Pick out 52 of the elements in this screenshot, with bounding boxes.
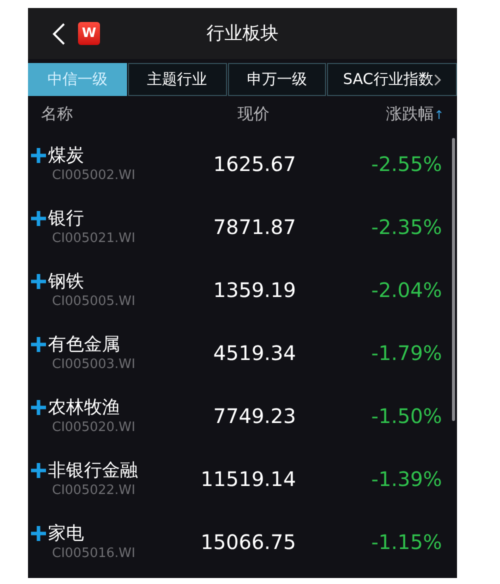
industry-code: CI005016.WI — [52, 546, 136, 562]
industry-code: CI005021.WI — [52, 230, 136, 246]
price-cell-text: 1625.67 — [212, 150, 296, 178]
price-cell-text: 4519.34 — [212, 340, 296, 366]
plus-icon — [30, 525, 47, 542]
industry-row[interactable]: 煤炭 CI005002.WI 1625.67 -2.55% — [28, 132, 457, 195]
price-cell-text: 7749.23 — [212, 402, 296, 430]
industry-row[interactable]: 银行 CI005021.WI 7871.87 -2.35% — [28, 195, 457, 258]
industry-code: CI005002.WI — [52, 168, 136, 184]
industry-name: 有色金属 — [48, 332, 120, 356]
change-cell-text: -2.55% — [371, 150, 442, 178]
industry-name: 钢铁 — [48, 270, 84, 294]
plus-icon — [30, 336, 47, 353]
change-cell-text: -1.15% — [371, 528, 442, 556]
category-tab[interactable]: 主题行业 — [128, 63, 227, 96]
industry-row[interactable]: 非银行金融 CI005022.WI 11519.14 -1.39% — [28, 447, 457, 510]
industry-row[interactable]: 家电 CI005016.WI 15066.75 -1.15% — [28, 510, 457, 573]
industry-name: 非银行金融 — [48, 458, 138, 482]
industry-name: 农林牧渔 — [48, 396, 120, 420]
industry-code: CI005003.WI — [52, 356, 136, 372]
change-cell-text: -1.79% — [371, 340, 442, 366]
industry-name: 家电 — [48, 522, 84, 546]
industry-name: 银行 — [48, 206, 84, 230]
plus-icon — [30, 147, 47, 164]
industry-code: CI005005.WI — [52, 294, 136, 310]
industry-name: 煤炭 — [48, 144, 84, 168]
category-tab[interactable]: SAC行业指数 — [327, 63, 457, 96]
chevron-right-icon — [434, 74, 442, 86]
industry-code: CI005020.WI — [52, 420, 136, 436]
change-cell-text: -1.39% — [371, 466, 442, 492]
industry-code: CI005022.WI — [52, 482, 136, 498]
page-title: 行业板块 — [206, 22, 278, 46]
price-cell-text: 7871.87 — [212, 214, 296, 240]
plus-icon — [30, 462, 47, 479]
sort-column-header[interactable]: 涨跌幅↑ — [386, 102, 444, 126]
price-cell-text: 15066.75 — [200, 528, 296, 556]
column-header: 现价 — [236, 103, 270, 125]
price-cell-text: 1359.19 — [212, 276, 296, 304]
plus-icon — [30, 273, 47, 290]
column-header: 名称 — [41, 103, 73, 125]
back-icon — [52, 22, 66, 46]
change-cell-text: -1.50% — [371, 402, 442, 430]
industry-row[interactable]: 农林牧渔 CI005020.WI 7749.23 -1.50% — [28, 384, 457, 447]
price-cell-text: 11519.14 — [200, 466, 296, 492]
plus-icon — [30, 210, 47, 227]
industry-row[interactable]: 钢铁 CI005005.WI 1359.19 -2.04% — [28, 258, 457, 321]
change-cell-text: -2.35% — [371, 214, 442, 240]
plus-icon — [30, 399, 47, 416]
category-tab[interactable]: 申万一级 — [228, 63, 326, 96]
app-logo: W — [78, 22, 100, 45]
change-cell-text: -2.04% — [371, 276, 442, 304]
industry-row[interactable]: 有色金属 CI005003.WI 4519.34 -1.79% — [28, 321, 457, 384]
